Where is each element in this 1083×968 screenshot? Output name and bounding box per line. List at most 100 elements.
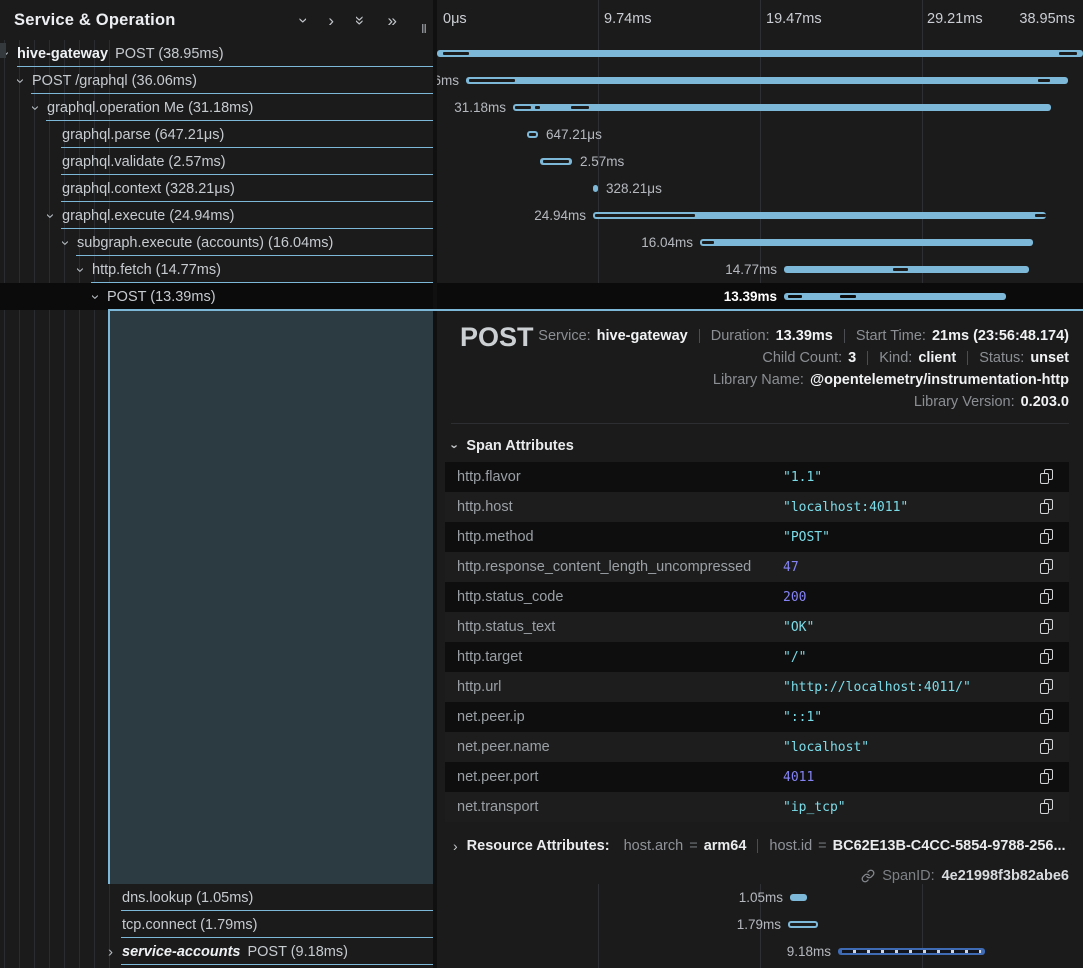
timeline-row[interactable]: 328.21μs xyxy=(437,175,1083,202)
attribute-key: net.peer.port xyxy=(457,769,538,785)
span-row-http-fetch[interactable]: › http.fetch (14.77ms) xyxy=(0,256,437,283)
chevron-down-icon[interactable]: › xyxy=(73,267,88,272)
span-attributes-table: http.flavor "1.1" http.host "localhost:4… xyxy=(445,462,1069,822)
span-bar[interactable] xyxy=(700,239,1033,246)
library-version-value: 0.203.0 xyxy=(1021,394,1069,410)
chevron-down-icon[interactable]: › xyxy=(28,105,43,110)
span-row-graphql-context[interactable]: graphql.context (328.21μs) xyxy=(0,175,437,202)
chevron-down-icon[interactable]: › xyxy=(88,294,103,299)
duration-label: 328.21μs xyxy=(606,181,662,196)
copy-icon[interactable] xyxy=(1040,769,1054,785)
span-row-post-selected[interactable]: › POST (13.39ms) xyxy=(0,283,437,310)
chevron-down-icon[interactable]: › xyxy=(58,240,73,245)
timeline-row[interactable]: 2.57ms xyxy=(437,148,1083,175)
timeline-row[interactable]: 36.06ms xyxy=(437,67,1083,94)
timeline-row[interactable]: 38.95ms xyxy=(437,40,1083,67)
attribute-row: http.url "http://localhost:4011/" xyxy=(445,672,1069,702)
span-row-dns-lookup[interactable]: dns.lookup (1.05ms) xyxy=(0,884,437,911)
panel-resize-handle[interactable]: ‖ xyxy=(421,22,427,36)
chevron-down-icon[interactable]: › xyxy=(295,17,312,23)
span-name: POST /graphql (36.06ms) xyxy=(32,73,197,89)
span-bar[interactable] xyxy=(790,894,807,901)
library-name-label: Library Name: xyxy=(713,372,804,388)
span-bar[interactable] xyxy=(513,104,1051,111)
detail-title: POST xyxy=(460,322,534,353)
left-panel-header: Service & Operation › › » » xyxy=(0,0,437,40)
double-chevron-right-icon[interactable]: » xyxy=(388,12,397,29)
link-icon[interactable] xyxy=(861,869,875,883)
duration-value: 13.39ms xyxy=(776,328,833,344)
span-id-label: SpanID: xyxy=(882,868,934,884)
attribute-key: http.status_code xyxy=(457,589,563,605)
timeline-row[interactable]: 16.04ms xyxy=(437,229,1083,256)
chevron-down-icon[interactable]: › xyxy=(43,213,58,218)
time-axis: 0μs 9.74ms 19.47ms 29.21ms 38.95ms xyxy=(437,0,1083,40)
attribute-key: http.response_content_length_uncompresse… xyxy=(457,559,751,575)
copy-icon[interactable] xyxy=(1040,709,1054,725)
chevron-down-icon[interactable]: › xyxy=(448,444,463,448)
axis-tick: 19.47ms xyxy=(766,11,822,27)
resource-attr-key: host.arch xyxy=(624,838,684,854)
chevron-down-icon[interactable]: › xyxy=(13,78,28,83)
copy-icon[interactable] xyxy=(1040,589,1054,605)
span-row-graphql-parse[interactable]: graphql.parse (647.21μs) xyxy=(0,121,437,148)
span-row-graphql-operation[interactable]: › graphql.operation Me (31.18ms) xyxy=(0,94,437,121)
attribute-value: "ip_tcp" xyxy=(783,800,846,815)
double-chevron-down-icon[interactable]: » xyxy=(352,15,369,24)
span-tree-bottom: dns.lookup (1.05ms) tcp.connect (1.79ms)… xyxy=(0,884,437,965)
timeline-row[interactable]: 14.77ms xyxy=(437,256,1083,283)
copy-icon[interactable] xyxy=(1040,469,1054,485)
copy-icon[interactable] xyxy=(1040,679,1054,695)
child-marker xyxy=(469,79,515,82)
attribute-key: http.target xyxy=(457,649,522,665)
detail-info-line-4: Library Version: 0.203.0 xyxy=(538,391,1069,413)
attribute-row: net.peer.port 4011 xyxy=(445,762,1069,792)
span-row-post-graphql[interactable]: › POST /graphql (36.06ms) xyxy=(0,67,437,94)
copy-icon[interactable] xyxy=(1040,529,1054,545)
span-name: graphql.operation Me (31.18ms) xyxy=(47,100,253,116)
timeline-row[interactable]: 31.18ms xyxy=(437,94,1083,121)
span-name: POST (13.39ms) xyxy=(107,289,216,305)
detail-info-line-1: Service: hive-gateway Duration: 13.39ms … xyxy=(538,325,1069,347)
copy-icon[interactable] xyxy=(1040,739,1054,755)
timeline-row[interactable]: 647.21μs xyxy=(437,121,1083,148)
span-row-subgraph-execute[interactable]: › subgraph.execute (accounts) (16.04ms) xyxy=(0,229,437,256)
attribute-value: "1.1" xyxy=(783,470,822,485)
chevron-right-icon[interactable]: › xyxy=(108,944,113,959)
child-marker xyxy=(702,241,714,244)
span-row-graphql-validate[interactable]: graphql.validate (2.57ms) xyxy=(0,148,437,175)
chevron-right-icon[interactable]: › xyxy=(328,12,334,29)
timeline-row-selected[interactable]: 13.39ms xyxy=(437,283,1083,310)
copy-icon[interactable] xyxy=(1040,499,1054,515)
panel-divider[interactable] xyxy=(433,0,437,968)
span-attributes-header[interactable]: › Span Attributes xyxy=(453,438,574,454)
span-id-row: SpanID: 4e21998f3b82abe6 xyxy=(861,866,1069,886)
span-row-graphql-execute[interactable]: › graphql.execute (24.94ms) xyxy=(0,202,437,229)
chevron-right-icon[interactable]: › xyxy=(453,838,458,854)
axis-tick: 38.95ms xyxy=(1019,11,1075,27)
timeline-row[interactable]: 1.05ms xyxy=(437,884,1083,911)
copy-icon[interactable] xyxy=(1040,799,1054,815)
span-bar[interactable] xyxy=(466,77,1068,84)
span-bar[interactable] xyxy=(784,293,1006,300)
start-time-value: 21ms (23:56:48.174) xyxy=(932,328,1069,344)
duration-label: 9.18ms xyxy=(787,944,831,959)
child-marker xyxy=(1038,79,1050,82)
span-service: service-accounts xyxy=(122,944,240,960)
span-bar[interactable] xyxy=(437,50,1083,57)
duration-label: 2.57ms xyxy=(580,154,624,169)
resource-attributes-row[interactable]: › Resource Attributes: host.arch = arm64… xyxy=(453,836,1066,856)
timeline-row[interactable]: 9.18ms xyxy=(437,938,1083,965)
copy-icon[interactable] xyxy=(1040,559,1054,575)
span-row-tcp-connect[interactable]: tcp.connect (1.79ms) xyxy=(0,911,437,938)
timeline-row[interactable]: 1.79ms xyxy=(437,911,1083,938)
span-row-service-accounts-post[interactable]: › service-accounts POST (9.18ms) xyxy=(0,938,437,965)
span-row-hive-gateway-post[interactable]: › hive-gateway POST (38.95ms) xyxy=(0,40,437,67)
timeline-row[interactable]: 24.94ms xyxy=(437,202,1083,229)
span-id-value: 4e21998f3b82abe6 xyxy=(942,868,1069,884)
attribute-key: net.peer.name xyxy=(457,739,550,755)
copy-icon[interactable] xyxy=(1040,649,1054,665)
detail-info-line-3: Library Name: @opentelemetry/instrumenta… xyxy=(538,369,1069,391)
copy-icon[interactable] xyxy=(1040,619,1054,635)
span-bar[interactable] xyxy=(593,185,598,192)
